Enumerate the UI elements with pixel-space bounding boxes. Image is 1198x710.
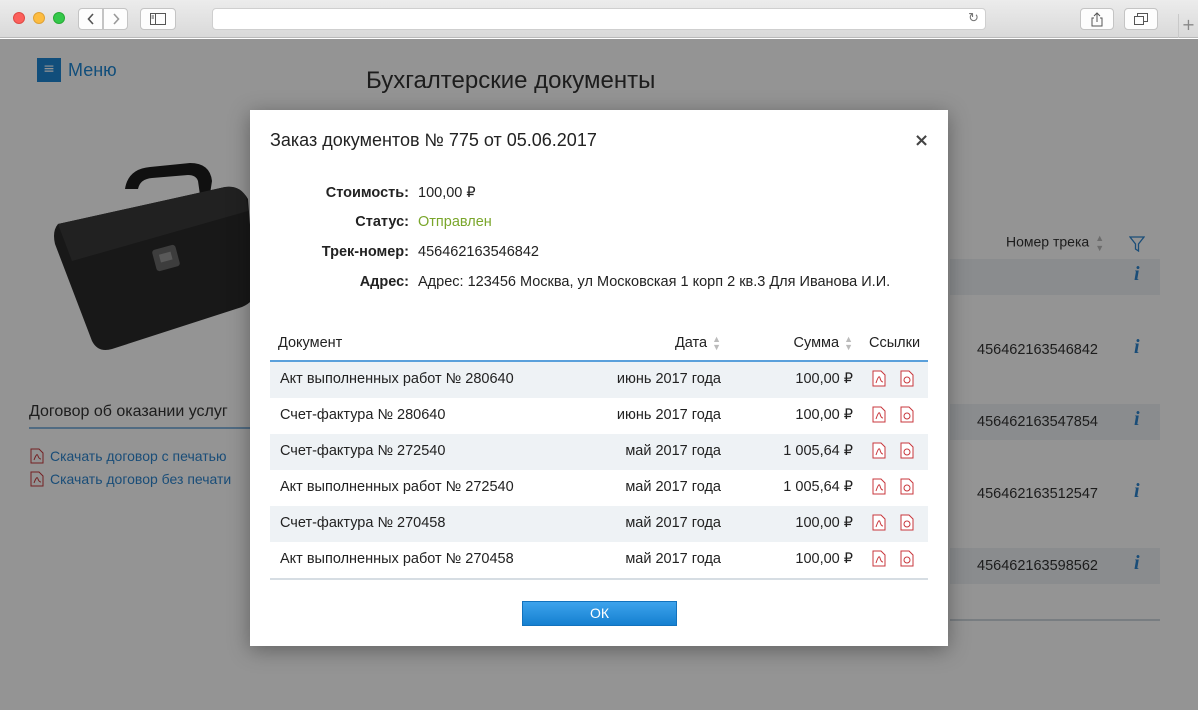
pdf-icon[interactable]	[872, 442, 886, 459]
address-value: Адрес: 123456 Москва, ул Московская 1 ко…	[418, 274, 891, 290]
doc-column-header: Документ	[278, 335, 343, 351]
tab-overview-button[interactable]	[1124, 8, 1158, 30]
ok-button[interactable]: ОК	[522, 601, 677, 626]
table-row: Акт выполненных работ № 272540 май 2017 …	[270, 470, 928, 506]
pdf-icon[interactable]	[872, 478, 886, 495]
signed-document-icon[interactable]	[900, 370, 914, 387]
document-date: июнь 2017 года	[616, 407, 721, 423]
address-label: Адрес:	[359, 274, 409, 290]
tabs-icon	[1134, 13, 1148, 25]
sidebar-toggle-button[interactable]	[140, 8, 176, 30]
document-sum: 1 005,64 ₽	[783, 479, 853, 495]
cost-label: Стоимость:	[325, 185, 409, 201]
links-column-header: Ссылки	[869, 335, 921, 351]
signed-document-icon[interactable]	[900, 514, 914, 531]
chevron-left-icon	[86, 13, 94, 25]
new-tab-button[interactable]: +	[1178, 14, 1198, 38]
cost-value: 100,00 ₽	[418, 185, 476, 201]
minimize-window-button[interactable]	[33, 12, 45, 24]
signed-document-icon[interactable]	[900, 478, 914, 495]
document-date: июнь 2017 года	[616, 371, 721, 387]
reload-icon[interactable]: ↻	[968, 11, 979, 26]
document-sum: 100,00 ₽	[795, 515, 853, 531]
table-row: Акт выполненных работ № 280640 июнь 2017…	[270, 362, 928, 398]
table-row: Счет-фактура № 270458 май 2017 года 100,…	[270, 506, 928, 542]
document-sum: 100,00 ₽	[795, 407, 853, 423]
back-button[interactable]	[78, 8, 103, 30]
forward-button[interactable]	[103, 8, 128, 30]
document-date: май 2017 года	[625, 443, 721, 459]
modal-title: Заказ документов № 775 от 05.06.2017	[270, 130, 597, 150]
table-header: Документ Дата ▲ ▼ Сумма ▲ ▼ Ссылки	[270, 332, 928, 362]
browser-toolbar: ↻ +	[0, 0, 1198, 38]
document-sum: 100,00 ₽	[795, 551, 853, 567]
signed-document-icon[interactable]	[900, 406, 914, 423]
zoom-window-button[interactable]	[53, 12, 65, 24]
sum-column-header[interactable]: Сумма ▲ ▼	[793, 334, 853, 353]
sort-icon: ▲ ▼	[712, 334, 721, 353]
date-header-label: Дата	[674, 335, 708, 351]
share-icon	[1091, 11, 1103, 26]
sidebar-icon	[150, 13, 166, 25]
document-sum: 100,00 ₽	[795, 371, 853, 387]
pdf-icon[interactable]	[872, 514, 886, 531]
document-name: Акт выполненных работ № 280640	[280, 371, 514, 387]
sort-icon: ▲ ▼	[844, 334, 853, 353]
document-date: май 2017 года	[625, 551, 721, 567]
date-column-header[interactable]: Дата ▲ ▼	[674, 334, 721, 353]
table-row: Счет-фактура № 272540 май 2017 года 1 00…	[270, 434, 928, 470]
document-name: Счет-фактура № 272540	[280, 443, 446, 459]
documents-table: Документ Дата ▲ ▼ Сумма ▲ ▼ Ссылки Акт выпол…	[270, 332, 928, 580]
document-date: май 2017 года	[625, 479, 721, 495]
divider	[270, 578, 928, 580]
order-documents-modal: Заказ документов № 775 от 05.06.2017 × С…	[250, 110, 948, 646]
pdf-icon[interactable]	[872, 370, 886, 387]
document-name: Счет-фактура № 270458	[280, 515, 446, 531]
document-date: май 2017 года	[625, 515, 721, 531]
chevron-right-icon	[112, 13, 120, 25]
sum-header-label: Сумма	[793, 335, 840, 351]
pdf-icon[interactable]	[872, 550, 886, 567]
share-button[interactable]	[1080, 8, 1114, 30]
document-name: Акт выполненных работ № 272540	[280, 479, 514, 495]
signed-document-icon[interactable]	[900, 442, 914, 459]
signed-document-icon[interactable]	[900, 550, 914, 567]
document-name: Счет-фактура № 280640	[280, 407, 446, 423]
pdf-icon[interactable]	[872, 406, 886, 423]
track-value: 456462163546842	[418, 244, 539, 260]
address-bar[interactable]: ↻	[212, 8, 986, 30]
document-sum: 1 005,64 ₽	[783, 443, 853, 459]
status-label: Статус:	[355, 214, 409, 230]
close-icon[interactable]: ×	[914, 130, 929, 151]
table-row: Акт выполненных работ № 270458 май 2017 …	[270, 542, 928, 578]
status-value: Отправлен	[418, 214, 492, 230]
document-name: Акт выполненных работ № 270458	[280, 551, 514, 567]
table-row: Счет-фактура № 280640 июнь 2017 года 100…	[270, 398, 928, 434]
track-label: Трек-номер:	[321, 244, 409, 260]
close-window-button[interactable]	[13, 12, 25, 24]
